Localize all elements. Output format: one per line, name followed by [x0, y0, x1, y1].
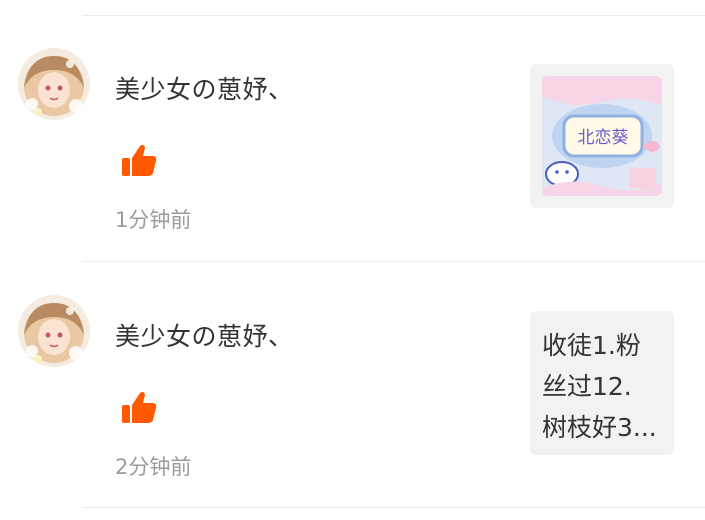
username[interactable]: 美少女の葸妤、 [115, 317, 294, 353]
preview-line: 丝过12. [542, 372, 632, 401]
preview-image: 北恋葵 [542, 76, 662, 196]
list-item[interactable]: 美少女の葸妤、 1分钟前 北恋葵 [0, 14, 705, 260]
thumbs-up-icon[interactable] [118, 140, 160, 182]
preview-thumbnail[interactable]: 北恋葵 [530, 64, 674, 208]
preview-image-text: 北恋葵 [578, 127, 629, 148]
list-item[interactable]: 美少女の葸妤、 2分钟前 收徒1.粉 丝过12. 树枝好3... [0, 261, 705, 507]
divider-bottom [82, 507, 705, 508]
thumbs-up-icon[interactable] [118, 387, 160, 429]
preview-text-box[interactable]: 收徒1.粉 丝过12. 树枝好3... [530, 311, 674, 455]
timestamp: 2分钟前 [115, 455, 192, 479]
avatar[interactable] [18, 295, 90, 367]
username[interactable]: 美少女の葸妤、 [115, 70, 294, 106]
avatar[interactable] [18, 48, 90, 120]
preview-line: 收徒1.粉 [542, 331, 641, 360]
timestamp: 1分钟前 [115, 208, 192, 232]
preview-line: 树枝好3... [542, 413, 657, 442]
